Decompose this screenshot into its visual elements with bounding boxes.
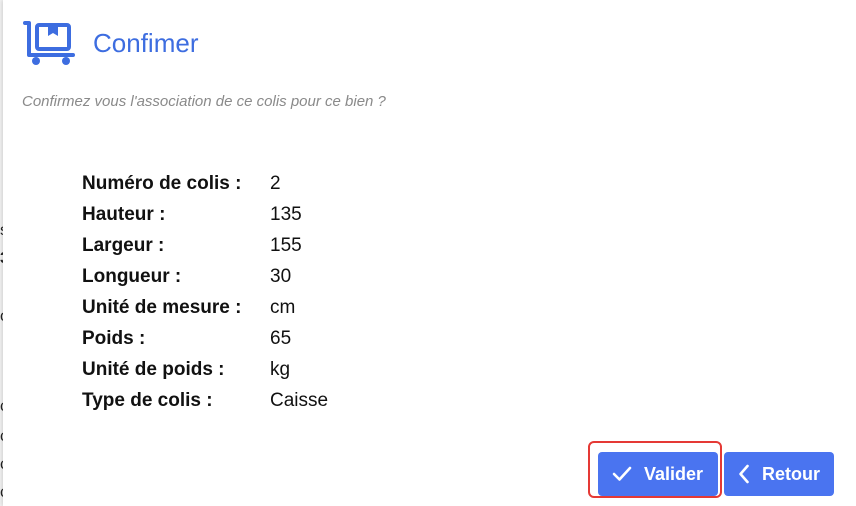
confirm-dialog: Confimer Confirmez vous l'association de… bbox=[3, 0, 856, 506]
detail-label: Longueur : bbox=[82, 265, 182, 287]
detail-row: Longueur : 30 bbox=[82, 261, 328, 292]
detail-value: Caisse bbox=[270, 389, 329, 411]
detail-value: cm bbox=[270, 296, 296, 318]
dialog-header: Confimer bbox=[21, 18, 198, 68]
back-label: Retour bbox=[762, 463, 820, 484]
detail-label: Type de colis : bbox=[82, 389, 213, 411]
package-cart-icon bbox=[23, 21, 75, 65]
package-details: Numéro de colis : 2 Hauteur : 135 Largeu… bbox=[82, 168, 328, 416]
validate-button[interactable]: Valider bbox=[588, 441, 722, 498]
detail-value: 65 bbox=[270, 327, 292, 349]
detail-row: Unité de poids : kg bbox=[82, 354, 328, 385]
detail-row: Numéro de colis : 2 bbox=[82, 168, 328, 199]
dialog-subtitle: Confirmez vous l'association de ce colis… bbox=[22, 93, 386, 110]
dialog-title: Confimer bbox=[93, 27, 199, 58]
detail-label: Unité de mesure : bbox=[82, 296, 242, 318]
highlight-frame bbox=[588, 441, 722, 498]
detail-row: Type de colis : Caisse bbox=[82, 385, 328, 416]
detail-row: Poids : 65 bbox=[82, 323, 328, 354]
detail-value: 30 bbox=[270, 265, 292, 287]
detail-row: Hauteur : 135 bbox=[82, 199, 328, 230]
detail-row: Unité de mesure : cm bbox=[82, 292, 328, 323]
detail-label: Unité de poids : bbox=[82, 358, 225, 380]
detail-row: Largeur : 155 bbox=[82, 230, 328, 261]
detail-value: kg bbox=[270, 358, 291, 380]
chevron-left-icon bbox=[739, 464, 749, 484]
detail-label: Hauteur : bbox=[82, 203, 166, 225]
detail-value: 135 bbox=[270, 203, 302, 225]
detail-value: 2 bbox=[270, 172, 281, 194]
detail-label: Largeur : bbox=[82, 234, 165, 256]
back-button[interactable]: Retour bbox=[724, 452, 834, 496]
detail-label: Poids : bbox=[82, 327, 146, 349]
detail-value: 155 bbox=[270, 234, 302, 256]
detail-label: Numéro de colis : bbox=[82, 172, 242, 194]
